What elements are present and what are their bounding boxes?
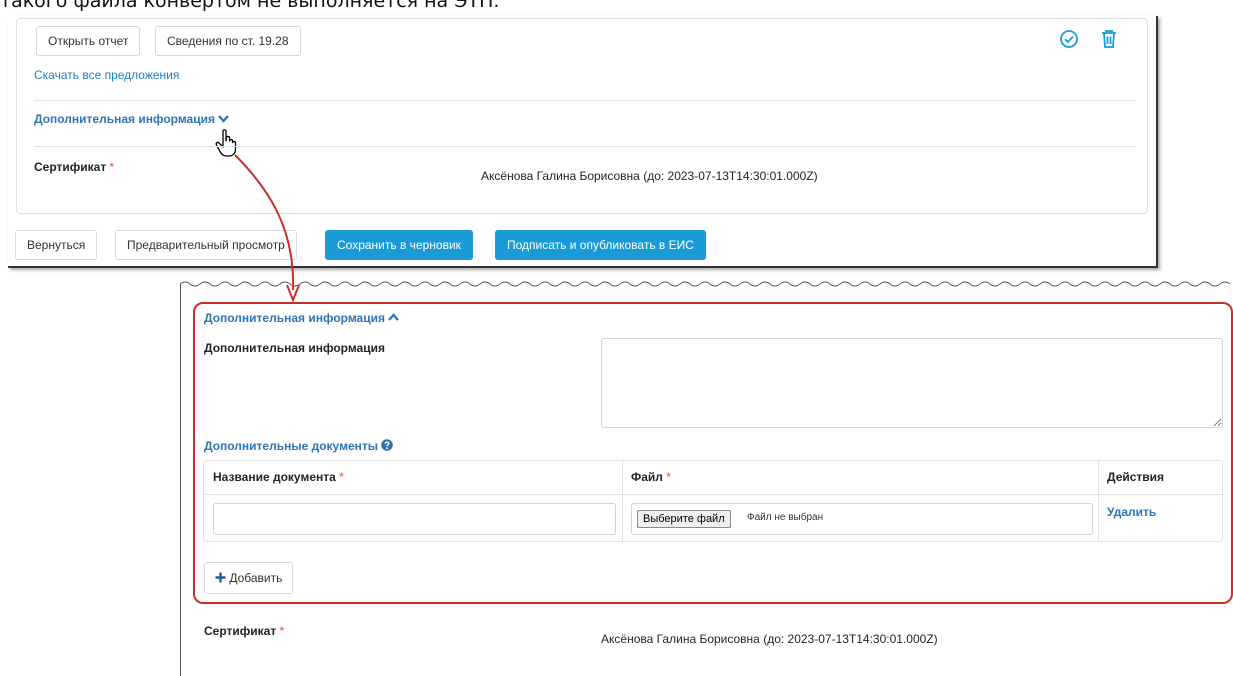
delete-row-link[interactable]: Удалить <box>1107 505 1156 519</box>
torn-edge <box>180 281 1231 287</box>
approve-circle-icon[interactable] <box>1059 29 1079 49</box>
divider <box>34 146 1136 147</box>
document-name-input[interactable] <box>213 503 616 535</box>
question-circle-icon[interactable] <box>381 439 394 453</box>
plus-icon <box>215 571 226 585</box>
extra-info-textarea[interactable] <box>601 338 1223 428</box>
chevron-down-icon <box>218 112 230 126</box>
certificate-label: Сертификат * <box>34 160 115 174</box>
certificate-label-expanded: Сертификат * <box>204 624 285 638</box>
chevron-up-icon <box>388 311 400 325</box>
download-all-link[interactable]: Скачать все предложения <box>34 68 179 82</box>
extra-info-label: Дополнительная информация <box>204 341 385 355</box>
document-text-fragment: такого файла конвертом не выполняется на… <box>0 0 500 11</box>
form-card: Открыть отчет Сведения по ст. 19.28 Скач… <box>16 18 1148 214</box>
add-document-label: Добавить <box>229 571 283 585</box>
red-arrow-annotation <box>234 154 300 303</box>
save-draft-button[interactable]: Сохранить в черновик <box>325 230 473 260</box>
file-status-text: Файл не выбран <box>747 512 824 523</box>
add-document-button[interactable]: Добавить <box>204 562 294 594</box>
extra-info-toggle-label: Дополнительная информация <box>204 311 385 325</box>
file-input: Выберите файл Файл не выбран <box>631 503 1093 535</box>
article-info-button[interactable]: Сведения по ст. 19.28 <box>155 26 301 56</box>
extra-info-toggle[interactable]: Дополнительная информация <box>34 112 230 126</box>
trash-icon[interactable] <box>1100 29 1118 49</box>
certificate-value-expanded: Аксёнова Галина Борисовна (до: 2023-07-1… <box>601 632 938 646</box>
sign-publish-button[interactable]: Подписать и опубликовать в ЕИС <box>495 230 706 260</box>
form-screenshot-collapsed: Открыть отчет Сведения по ст. 19.28 Скач… <box>8 16 1158 268</box>
divider <box>34 100 1136 101</box>
extra-info-toggle-expanded[interactable]: Дополнительная информация <box>204 311 400 325</box>
column-header-file: Файл * <box>631 470 671 484</box>
extra-docs-title: Дополнительные документы <box>204 439 394 453</box>
certificate-value: Аксёнова Галина Борисовна (до: 2023-07-1… <box>481 169 818 183</box>
documents-table: Название документа * Файл * Действия Выб… <box>203 460 1223 542</box>
choose-file-button[interactable]: Выберите файл <box>637 510 731 528</box>
open-report-button[interactable]: Открыть отчет <box>36 26 141 56</box>
required-mark: * <box>109 160 115 174</box>
extra-info-toggle-label: Дополнительная информация <box>34 112 215 126</box>
back-button[interactable]: Вернуться <box>15 230 98 260</box>
column-header-name: Название документа * <box>213 470 344 484</box>
column-header-actions: Действия <box>1107 470 1165 484</box>
